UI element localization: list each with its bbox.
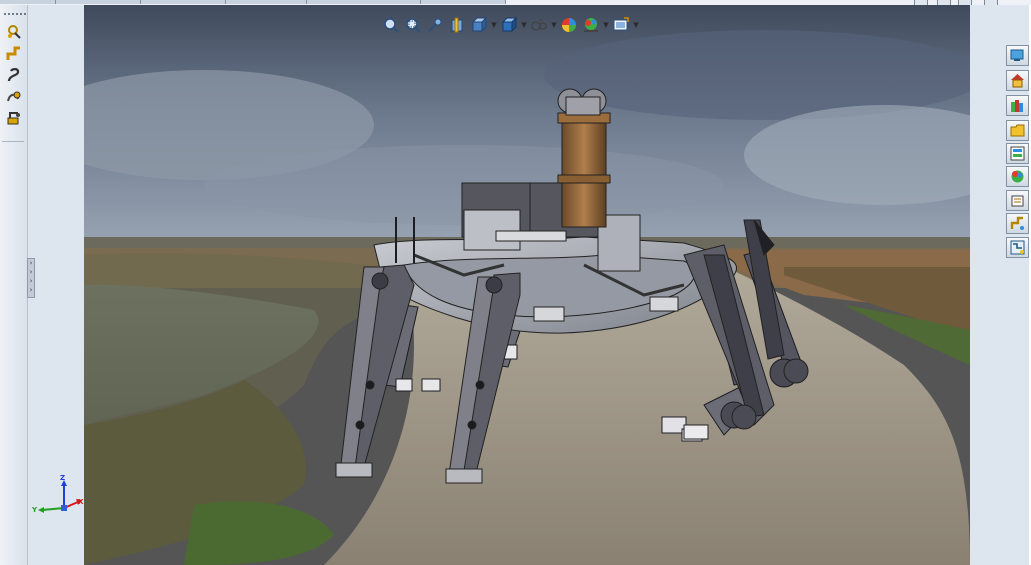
resources-icon[interactable] xyxy=(1006,45,1029,66)
custom-properties-icon[interactable] xyxy=(1006,190,1029,211)
route-properties-icon[interactable] xyxy=(4,109,24,127)
reference-triad: Z Y X xyxy=(30,474,86,522)
panel-collapse-handle[interactable]: › › › › xyxy=(27,258,35,298)
document-tab[interactable] xyxy=(56,0,141,4)
hide-show-items-icon[interactable] xyxy=(528,15,550,35)
graphics-area[interactable]: ▼ ▼ ▼ ▼ ▼ xyxy=(84,5,970,565)
heads-up-view-toolbar: ▼ ▼ ▼ ▼ ▼ xyxy=(380,15,640,35)
triad-y-label: Y xyxy=(32,506,38,514)
zoom-to-fit-icon[interactable] xyxy=(380,15,402,35)
route-pipe-icon[interactable] xyxy=(4,45,24,63)
routing-toolbar xyxy=(0,5,28,565)
routing-library-icon[interactable] xyxy=(1006,213,1029,234)
sketch-dimension-icon[interactable] xyxy=(4,23,24,41)
view-palette-icon[interactable] xyxy=(1006,143,1029,164)
section-view-icon[interactable] xyxy=(446,15,468,35)
display-style-icon[interactable] xyxy=(498,15,520,35)
triad-x-label: X xyxy=(78,498,84,506)
document-tab[interactable] xyxy=(307,0,421,4)
forum-icon[interactable] xyxy=(1006,237,1029,258)
document-tab[interactable] xyxy=(226,0,307,4)
edit-appearance-icon[interactable] xyxy=(558,15,580,35)
hide-show-items-dropdown[interactable]: ▼ xyxy=(550,15,558,35)
toolbar-separator xyxy=(2,141,24,142)
view-orientation-icon[interactable] xyxy=(468,15,490,35)
previous-view-icon[interactable] xyxy=(424,15,446,35)
design-library-icon[interactable] xyxy=(1006,95,1029,116)
triad-z-label: Z xyxy=(60,474,66,482)
route-options-icon[interactable] xyxy=(4,88,24,106)
display-style-dropdown[interactable]: ▼ xyxy=(520,15,528,35)
apply-scene-dropdown[interactable]: ▼ xyxy=(602,15,610,35)
toolbar-grip[interactable] xyxy=(4,13,26,18)
file-explorer-icon[interactable] xyxy=(1006,120,1029,141)
spline-route-icon[interactable] xyxy=(4,66,24,84)
document-tab[interactable] xyxy=(0,0,56,4)
view-settings-dropdown[interactable]: ▼ xyxy=(632,15,640,35)
document-tab[interactable] xyxy=(421,0,506,4)
home-icon[interactable] xyxy=(1006,70,1029,91)
appearances-scenes-icon[interactable] xyxy=(1006,166,1029,187)
scene-render xyxy=(84,5,970,565)
apply-scene-icon[interactable] xyxy=(580,15,602,35)
view-settings-icon[interactable] xyxy=(610,15,632,35)
view-orientation-dropdown[interactable]: ▼ xyxy=(490,15,498,35)
zoom-to-area-icon[interactable] xyxy=(402,15,424,35)
document-tab[interactable] xyxy=(141,0,226,4)
